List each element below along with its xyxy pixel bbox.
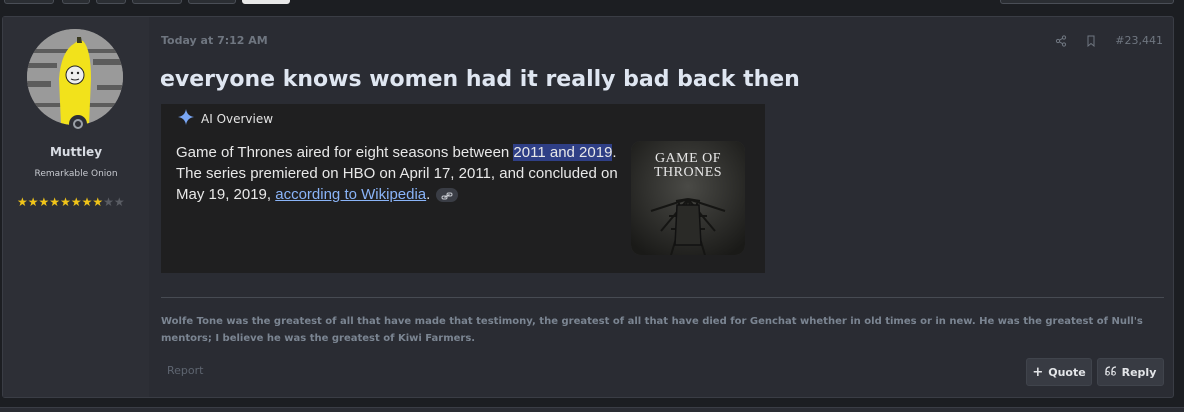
wikipedia-link[interactable]: according to Wikipedia [275, 186, 426, 203]
quote-button[interactable]: + Quote [1026, 358, 1092, 386]
star-empty-icon: ★ [103, 195, 114, 209]
star-filled-icon: ★ [27, 195, 39, 209]
star-filled-icon: ★ [92, 195, 104, 209]
page-button[interactable] [4, 0, 54, 4]
share-icon[interactable] [1055, 34, 1067, 47]
page-button[interactable] [188, 0, 236, 4]
ai-text-segment: Game of Thrones aired for eight seasons … [176, 144, 514, 161]
next-post-edge [0, 407, 1184, 412]
reply-button-label: Reply [1121, 365, 1157, 379]
ai-overview-card: AI Overview Game of Thrones aired for ei… [161, 104, 765, 273]
page-button[interactable] [62, 0, 90, 4]
report-link[interactable]: Report [167, 364, 203, 377]
post-timestamp[interactable]: Today at 7:12 AM [161, 34, 268, 47]
reply-button[interactable]: Reply [1097, 358, 1164, 386]
page-button-current[interactable] [242, 0, 290, 4]
top-right-control[interactable] [1000, 0, 1174, 4]
post-number[interactable]: #23,441 [1115, 34, 1163, 47]
star-empty-icon: ★ [113, 195, 125, 209]
thumbnail-caption: GAME OF THRONES [631, 152, 745, 180]
star-filled-icon: ★ [70, 195, 82, 209]
ai-text-highlight: 2011 and 2019 [513, 144, 613, 161]
quote-button-label: Quote [1048, 365, 1086, 379]
page-nav-strip [0, 0, 1184, 4]
user-rating-stars: ★★★★★★★★★★ [17, 195, 125, 209]
post-title: everyone knows women had it really bad b… [160, 67, 800, 92]
status-indicator-icon [69, 115, 87, 133]
ai-overview-label: AI Overview [201, 111, 274, 126]
star-filled-icon: ★ [81, 195, 93, 209]
ai-overview-header: AI Overview [177, 108, 273, 129]
user-column: Muttley Remarkable Onion ★★★★★★★★★★ [3, 17, 149, 397]
star-filled-icon: ★ [60, 195, 71, 209]
avatar-image [27, 29, 123, 125]
post-meta-actions: #23,441 [1055, 34, 1163, 47]
star-filled-icon: ★ [17, 195, 28, 209]
post-container: Muttley Remarkable Onion ★★★★★★★★★★ Toda… [2, 16, 1174, 398]
username[interactable]: Muttley [3, 145, 149, 159]
game-of-thrones-thumbnail[interactable]: GAME OF THRONES [631, 141, 745, 255]
star-filled-icon: ★ [38, 195, 50, 209]
link-chip-icon[interactable] [436, 188, 459, 203]
page-button[interactable] [96, 0, 126, 4]
ai-overview-text: Game of Thrones aired for eight seasons … [176, 142, 618, 205]
user-signature: Wolfe Tone was the greatest of all that … [161, 316, 1143, 344]
page-button[interactable] [132, 0, 182, 4]
signature-divider [161, 297, 1164, 298]
ai-text-segment: . [426, 186, 431, 203]
star-filled-icon: ★ [49, 195, 61, 209]
thumbnail-caption-line: THRONES [653, 165, 723, 180]
quote-marks-icon [1104, 365, 1117, 379]
sparkle-icon [177, 108, 195, 129]
bookmark-icon[interactable] [1085, 35, 1097, 47]
thumbnail-caption-line: GAME OF [654, 151, 722, 166]
user-title: Remarkable Onion [34, 169, 118, 179]
avatar[interactable] [27, 29, 123, 125]
plus-icon: + [1032, 364, 1044, 380]
